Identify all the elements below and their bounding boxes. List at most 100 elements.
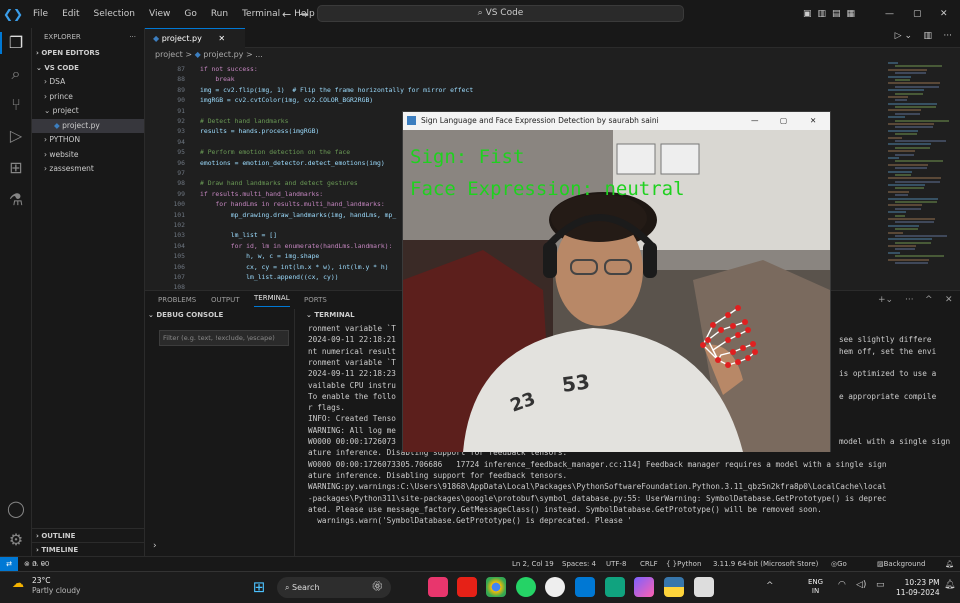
- minimap-line: [888, 102, 937, 105]
- tree-item-dsa[interactable]: › DSA: [32, 75, 144, 90]
- copilot-icon[interactable]: [634, 577, 654, 597]
- menu-view[interactable]: View: [149, 9, 170, 19]
- camera-window-titlebar[interactable]: Sign Language and Face Expression Detect…: [403, 112, 830, 130]
- tree-item-label: DSA: [49, 77, 66, 86]
- forward-arrow-icon[interactable]: →: [299, 8, 308, 21]
- debug-console-header[interactable]: ⌄ DEBUG CONSOLE: [145, 309, 294, 321]
- explorer-icon[interactable]: ❐: [6, 33, 26, 53]
- panel-more-icon[interactable]: ···: [905, 291, 914, 309]
- camera-close-button[interactable]: ✕: [810, 112, 816, 130]
- breadcrumb-file[interactable]: project.py: [203, 50, 243, 59]
- cursor-position[interactable]: Ln 2, Col 19: [512, 557, 554, 571]
- layout-icons[interactable]: ▣▥▤▦: [803, 9, 861, 19]
- line-number: 93: [177, 127, 185, 136]
- extensions-icon[interactable]: ⊞: [6, 158, 26, 178]
- wifi-icon[interactable]: ◠: [838, 580, 846, 590]
- close-button[interactable]: ✕: [940, 9, 948, 19]
- tab-project-py[interactable]: ◆ project.py ✕: [145, 28, 245, 48]
- camera-window[interactable]: Sign Language and Face Expression Detect…: [402, 111, 831, 452]
- chevron-right-icon[interactable]: ›: [153, 541, 157, 551]
- breadcrumb-symbol[interactable]: ...: [255, 50, 263, 59]
- weather-widget[interactable]: ☁ 23°C Partly cloudy: [12, 576, 80, 596]
- testing-icon[interactable]: ⚗: [6, 190, 26, 210]
- tab-output[interactable]: OUTPUT: [211, 291, 240, 309]
- close-panel-icon[interactable]: ✕: [945, 291, 953, 309]
- menu-selection[interactable]: Selection: [94, 9, 135, 19]
- tree-item-project[interactable]: ⌄ project: [32, 104, 144, 119]
- command-center[interactable]: ⌕ VS Code: [317, 5, 684, 22]
- github-icon[interactable]: [545, 577, 565, 597]
- python-interpreter[interactable]: 3.11.9 64-bit (Microsoft Store): [713, 557, 818, 571]
- chrome-icon[interactable]: [486, 577, 506, 597]
- more-actions-icon[interactable]: ···: [129, 28, 136, 46]
- search-icon[interactable]: ⌕: [6, 64, 26, 84]
- account-icon[interactable]: ◯: [6, 499, 26, 519]
- camera-app-taskbar-icon[interactable]: [694, 577, 714, 597]
- tab-terminal[interactable]: TERMINAL: [254, 291, 290, 307]
- settings-gear-icon[interactable]: ⚙: [6, 530, 26, 550]
- tab-problems[interactable]: PROBLEMS: [158, 291, 196, 309]
- python-taskbar-icon[interactable]: [664, 577, 684, 597]
- camera-maximize-button[interactable]: ▢: [780, 112, 787, 130]
- tree-item-zassesment[interactable]: › zassesment: [32, 162, 144, 177]
- go-live-button[interactable]: ◎ Go Live: [831, 557, 851, 582]
- split-editor-icon[interactable]: ▥: [923, 31, 932, 41]
- minimap[interactable]: [888, 62, 949, 272]
- tree-item-prince[interactable]: › prince: [32, 90, 144, 105]
- run-python-icon[interactable]: ▷ ⌄: [895, 31, 912, 41]
- minimap-line: [895, 221, 934, 224]
- maximize-panel-icon[interactable]: ^: [925, 291, 933, 309]
- menu-edit[interactable]: Edit: [62, 9, 79, 19]
- volume-icon[interactable]: ◁): [856, 580, 866, 590]
- terminal-line: W0000 00:00:1726073: [308, 437, 396, 446]
- remote-indicator-icon[interactable]: ⇄: [0, 557, 18, 571]
- hidden-icons-chevron[interactable]: ^: [766, 581, 774, 591]
- menu-file[interactable]: File: [33, 9, 48, 19]
- vscode-taskbar-icon[interactable]: [575, 577, 595, 597]
- source-control-icon[interactable]: ⑂: [6, 95, 26, 115]
- menu-go[interactable]: Go: [184, 9, 196, 19]
- breadcrumb-folder[interactable]: project: [155, 50, 183, 59]
- language-mode[interactable]: { } Python: [666, 557, 701, 571]
- tree-item-website[interactable]: › website: [32, 148, 144, 163]
- debug-filter-input[interactable]: Filter (e.g. text, !exclude, \escape): [159, 330, 289, 346]
- tab-ports[interactable]: PORTS: [304, 291, 327, 309]
- line-ending[interactable]: CRLF: [640, 557, 658, 571]
- encoding[interactable]: UTF-8: [606, 557, 626, 571]
- indentation[interactable]: Spaces: 4: [562, 557, 596, 571]
- back-arrow-icon[interactable]: ←: [282, 8, 291, 21]
- background-indicator[interactable]: ▨ Background: [877, 557, 925, 571]
- clock[interactable]: 10:23 PM 11-09-2024: [896, 578, 940, 598]
- workspace-root[interactable]: ⌄ VS CODE: [32, 61, 144, 76]
- search-highlight-icon: 🌼︎: [371, 582, 383, 592]
- maximize-button[interactable]: ▢: [913, 9, 922, 19]
- minimap-line: [895, 106, 936, 109]
- whatsapp-icon[interactable]: [516, 577, 536, 597]
- editor-more-icon[interactable]: ···: [943, 31, 952, 41]
- taskbar-search[interactable]: ⌕ Search 🌼︎: [277, 577, 391, 598]
- music-app-icon[interactable]: [428, 577, 448, 597]
- tree-item-project-py[interactable]: ◆ project.py: [32, 118, 144, 133]
- tree-item-python[interactable]: › PYTHON: [32, 133, 144, 148]
- outline-section[interactable]: › OUTLINE: [32, 528, 144, 543]
- battery-icon[interactable]: ▭: [876, 580, 885, 590]
- minimize-button[interactable]: —: [885, 9, 894, 19]
- background-label: Background: [883, 560, 926, 568]
- camera-minimize-button[interactable]: —: [751, 112, 759, 130]
- close-tab-icon[interactable]: ✕: [218, 34, 225, 43]
- youtube-icon[interactable]: [457, 577, 477, 597]
- language-indicator[interactable]: ENG IN: [808, 578, 823, 596]
- menu-terminal[interactable]: Terminal: [242, 9, 280, 19]
- open-editors-section[interactable]: › OPEN EDITORS: [32, 46, 144, 61]
- timeline-section[interactable]: › TIMELINE: [32, 542, 144, 557]
- chatgpt-icon[interactable]: [605, 577, 625, 597]
- notifications-icon[interactable]: 🔔︎: [945, 557, 954, 571]
- code-line: # Detect hand landmarks: [200, 117, 289, 125]
- menu-run[interactable]: Run: [211, 9, 228, 19]
- weather-icon: ☁: [12, 576, 24, 590]
- add-terminal-icon[interactable]: +⌄: [878, 291, 893, 309]
- problems-indicator[interactable]: ⊗ 0 ⚠ 0 ⌁ 0: [24, 557, 49, 571]
- start-button-icon[interactable]: ⊞: [249, 577, 269, 597]
- run-debug-icon[interactable]: ▷: [6, 126, 26, 146]
- notification-center-icon[interactable]: 🔔︎: [944, 580, 955, 590]
